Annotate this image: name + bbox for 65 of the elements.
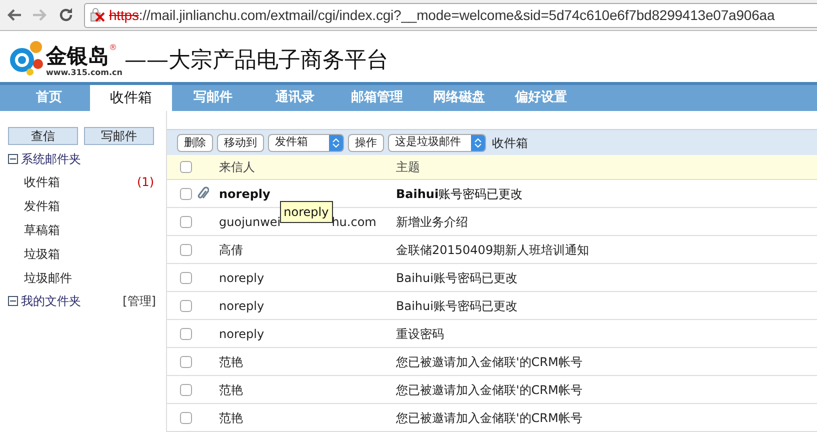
folder-item[interactable]: 草稿箱 [24,221,60,239]
slogan: ——大宗产品电子商务平台 [124,47,388,75]
column-header[interactable]: 主题 [396,158,420,176]
sender[interactable]: 范艳 [219,408,243,426]
checkbox[interactable] [180,216,192,228]
sender[interactable]: 高倩 [219,240,243,258]
folder-item[interactable]: 垃圾箱 [24,245,60,263]
address-bar[interactable]: https://mail.jinlianchu.com/extmail/cgi/index.cgi?__mode=welcome&sid=5d74c610e6f7bd8299413e07a906aa [84,2,817,28]
checkbox[interactable] [180,412,192,424]
sender[interactable]: noreply [219,184,270,202]
sender[interactable]: 范艳 [219,352,243,370]
subject[interactable]: Baihui账号密码已更改 [396,296,518,314]
checkbox[interactable] [180,161,192,173]
toolbar-button[interactable]: 操作 [348,134,384,152]
current-folder: 收件箱 [492,134,528,152]
checkbox[interactable] [180,328,192,340]
folder-item[interactable]: 垃圾邮件 [24,269,72,287]
url-text: https://mail.jinlianchu.com/extmail/cgi/index.cgi?__mode=welcome&sid=5d74c610e6f7bd8299413e07a906aa [109,6,775,25]
checkbox[interactable] [180,244,192,256]
folder-item[interactable]: 收件箱 [24,173,60,191]
checkbox[interactable] [180,188,192,200]
forward-icon[interactable] [32,8,48,22]
manage-link[interactable]: [管理] [122,292,156,310]
toolbar-button[interactable]: 删除 [177,134,213,152]
logo-icon [8,38,44,76]
subject[interactable]: 您已被邀请加入金储联'的CRM帐号 [396,380,582,398]
sender[interactable]: guojunwei [219,212,281,230]
subject[interactable]: 重设密码 [396,324,444,342]
dropdown-arrows-icon [471,134,485,150]
logo-site: www.315.com.cn [46,68,122,77]
checkbox[interactable] [180,300,192,312]
dropdown[interactable]: 这是垃圾邮件 [388,134,486,152]
sender[interactable]: 范艳 [219,380,243,398]
sender[interactable]: noreply [219,268,264,286]
sidebar-button[interactable]: 查信 [8,127,78,145]
folder-group[interactable]: 我的文件夹 [21,292,81,310]
sender[interactable]: noreply [219,296,264,314]
dropdown[interactable]: 发件箱 [268,134,344,152]
subject[interactable]: 金联储20150409期新人班培训通知 [396,240,590,258]
sidebar-button[interactable]: 写邮件 [84,127,154,145]
column-header[interactable]: 来信人 [219,158,396,176]
checkbox[interactable] [180,272,192,284]
sender[interactable]: noreply [219,324,264,342]
tooltip: noreply [280,200,333,222]
collapse-icon[interactable] [8,154,18,164]
unread-count: (1) [137,174,154,191]
toolbar-button[interactable]: 移动到 [217,134,264,152]
checkbox[interactable] [180,384,192,396]
registered-mark: ® [109,44,117,52]
folder-group[interactable]: 系统邮件夹 [21,150,81,168]
subject[interactable]: 您已被邀请加入金储联'的CRM帐号 [396,352,582,370]
subject[interactable]: Baihui账号密码已更改 [396,184,523,202]
back-icon[interactable] [6,8,22,22]
collapse-icon[interactable] [8,296,18,306]
dropdown-arrows-icon [329,134,343,150]
reload-icon[interactable] [58,7,74,23]
subject[interactable]: 新增业务介绍 [396,212,468,230]
nav-tab[interactable]: 收件箱 [90,85,172,111]
subject[interactable]: Baihui账号密码已更改 [396,268,518,286]
insecure-lock-icon [89,7,107,23]
subject[interactable]: 您已被邀请加入金储联'的CRM帐号 [396,408,582,426]
folder-item[interactable]: 发件箱 [24,197,60,215]
logo-name: 金银岛 [46,44,109,68]
checkbox[interactable] [180,356,192,368]
sender[interactable]: hu.com [332,212,376,230]
